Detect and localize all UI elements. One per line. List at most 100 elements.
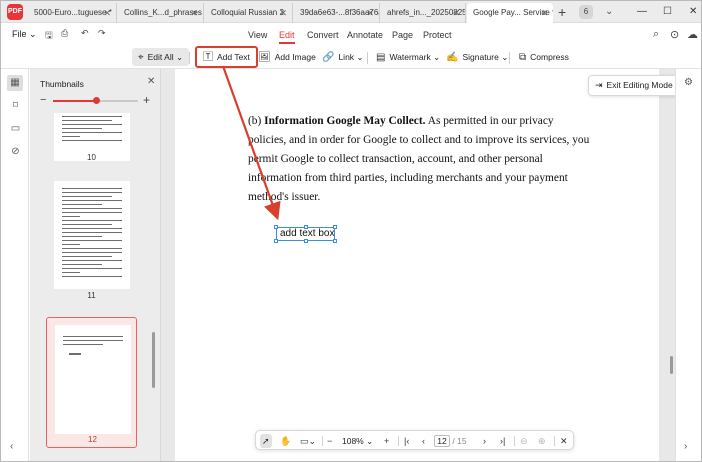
- zoom-slider-handle[interactable]: [92, 97, 100, 104]
- exit-editing-mode-button[interactable]: ⇥ Exit Editing Mode: [588, 75, 680, 96]
- first-page-icon[interactable]: |‹: [404, 434, 409, 448]
- hand-tool-icon[interactable]: ✋: [280, 434, 291, 448]
- previous-page-icon[interactable]: ‹: [422, 434, 425, 448]
- resize-handle[interactable]: [274, 239, 278, 243]
- chevron-right-icon[interactable]: ›: [684, 441, 687, 452]
- resize-handle[interactable]: [333, 239, 337, 243]
- thumbnail-page[interactable]: 11: [46, 181, 137, 305]
- document-tab-bar: PDF 5000-Euro...tuguese * ✕ Collins_K...d…: [1, 1, 701, 23]
- thumbnails-scrollbar[interactable]: [152, 332, 155, 388]
- thumbnail-page-active[interactable]: 12: [46, 317, 137, 448]
- watermark-button[interactable]: ▤ Watermark ⌄: [376, 48, 440, 66]
- resize-handle[interactable]: [333, 225, 337, 229]
- add-text-button[interactable]: 🅃 Add Text: [195, 46, 258, 68]
- signature-label: Signature: [462, 52, 499, 62]
- link-button[interactable]: 🔗 Link ⌄: [322, 48, 364, 66]
- tab-document-3[interactable]: Colloquial Russian 2 ✕: [205, 3, 293, 23]
- resize-handle[interactable]: [304, 225, 308, 229]
- maximize-icon[interactable]: ☐: [663, 3, 672, 21]
- properties-icon[interactable]: ⚙: [684, 77, 693, 88]
- thumbnail-zoom-slider[interactable]: [53, 97, 138, 104]
- select-tool-icon[interactable]: ➚: [260, 434, 272, 448]
- current-page-input[interactable]: 12: [434, 435, 450, 447]
- close-icon[interactable]: ✕: [279, 3, 287, 23]
- zoom-in-icon[interactable]: +: [143, 93, 150, 107]
- exit-icon: ⇥: [595, 80, 603, 90]
- close-icon[interactable]: ✕: [190, 3, 198, 23]
- tab-document-4[interactable]: 39da6e63-...8f36aa76ad ✕: [294, 3, 380, 23]
- nav-divider: [322, 436, 323, 446]
- tab-convert[interactable]: Convert: [307, 30, 339, 40]
- tab-edit[interactable]: Edit: [279, 30, 295, 44]
- view-mode-icon[interactable]: ▭⌄: [300, 434, 316, 448]
- undo-icon[interactable]: ↶: [81, 28, 89, 39]
- tab-count-badge[interactable]: 6: [579, 5, 593, 19]
- thumbnails-panel: Thumbnails ✕ − + 10 11 12: [30, 69, 161, 461]
- compress-button[interactable]: ⧉ Compress: [519, 48, 569, 66]
- thumbnail-page[interactable]: 10: [46, 113, 137, 169]
- zoom-out-icon[interactable]: −: [40, 94, 46, 106]
- pdf-page[interactable]: (b) Information Google May Collect. As p…: [175, 69, 659, 461]
- thumbnails-icon[interactable]: ▦: [7, 75, 23, 91]
- toolbar-divider: [189, 52, 190, 64]
- tab-document-1[interactable]: 5000-Euro...tuguese * ✕: [28, 3, 117, 23]
- new-tab-icon[interactable]: +: [558, 3, 566, 21]
- thumbnail-page-number: 10: [87, 153, 96, 162]
- close-icon[interactable]: ✕: [103, 3, 111, 23]
- close-icon[interactable]: ✕: [452, 3, 460, 23]
- back-icon[interactable]: ⊖: [520, 434, 528, 448]
- comment-icon[interactable]: ▭: [9, 122, 22, 135]
- total-pages: 15: [457, 436, 467, 446]
- watermark-label: Watermark: [389, 52, 431, 62]
- tab-annotate[interactable]: Annotate: [347, 30, 383, 40]
- edit-toolbar: ⌖ Edit All ⌄ 🅃 Add Text 🖼 Add Image 🔗 Link ⌄…: [1, 46, 701, 69]
- tab-page[interactable]: Page: [392, 30, 413, 40]
- minimize-icon[interactable]: —: [637, 3, 647, 21]
- redo-icon[interactable]: ↷: [98, 28, 106, 39]
- compress-icon: ⧉: [519, 52, 527, 63]
- tab-label: Colloquial Russian 2: [211, 8, 284, 17]
- tab-view[interactable]: View: [248, 30, 267, 40]
- zoom-in-button[interactable]: +: [384, 434, 389, 448]
- page-number-field[interactable]: 12 / 15: [434, 434, 474, 448]
- close-icon[interactable]: ✕: [560, 434, 568, 448]
- new-text-box[interactable]: add text box: [274, 225, 337, 243]
- document-paragraph[interactable]: (b) Information Google May Collect. As p…: [248, 112, 593, 207]
- document-scrollbar[interactable]: [670, 356, 673, 374]
- forward-icon[interactable]: ⊕: [538, 434, 546, 448]
- tab-document-2[interactable]: Collins_K...d_phrases ✕: [118, 3, 204, 23]
- toolbar-divider: [509, 52, 510, 64]
- file-menu[interactable]: File ⌄: [12, 29, 37, 40]
- zoom-out-button[interactable]: −: [327, 434, 332, 448]
- signature-button[interactable]: ✍ Signature ⌄: [446, 48, 508, 66]
- last-page-icon[interactable]: ›|: [500, 434, 505, 448]
- bookmark-icon[interactable]: ⌑: [9, 99, 22, 112]
- camera-icon[interactable]: ⊙: [670, 28, 679, 41]
- print-icon[interactable]: ⎙: [61, 28, 68, 39]
- resize-handle[interactable]: [274, 225, 278, 229]
- paragraph-body: As permitted in our privacy policies, an…: [248, 115, 590, 203]
- tab-document-5[interactable]: ahrefs_in..._20250825 ✕: [381, 3, 466, 23]
- tab-protect[interactable]: Protect: [423, 30, 452, 40]
- close-icon[interactable]: ✕: [366, 3, 374, 23]
- thumbnail-image: [55, 325, 131, 434]
- search-icon[interactable]: ⌕: [653, 28, 659, 41]
- close-icon[interactable]: ✕: [147, 76, 155, 87]
- resize-handle[interactable]: [304, 239, 308, 243]
- tab-document-active[interactable]: Google Pay... Service * ✕: [467, 3, 553, 23]
- zoom-level-select[interactable]: 108% ⌄: [342, 434, 373, 448]
- add-image-button[interactable]: 🖼 Add Image: [258, 48, 316, 66]
- close-window-icon[interactable]: ✕: [689, 3, 697, 21]
- edit-all-label: Edit All: [147, 52, 174, 62]
- close-icon[interactable]: ✕: [540, 3, 548, 23]
- save-icon[interactable]: 🖫: [45, 28, 53, 44]
- chevron-down-icon[interactable]: ⌄: [605, 3, 613, 21]
- document-viewport: (b) Information Google May Collect. As p…: [161, 69, 675, 461]
- chevron-left-icon[interactable]: ‹: [10, 441, 13, 452]
- edit-all-button[interactable]: ⌖ Edit All ⌄: [132, 48, 190, 66]
- watermark-icon: ▤: [376, 52, 386, 63]
- next-page-icon[interactable]: ›: [483, 434, 486, 448]
- attachment-icon[interactable]: ⊘: [9, 145, 22, 158]
- cloud-icon[interactable]: ☁: [687, 28, 698, 41]
- app-logo[interactable]: PDF: [7, 4, 23, 20]
